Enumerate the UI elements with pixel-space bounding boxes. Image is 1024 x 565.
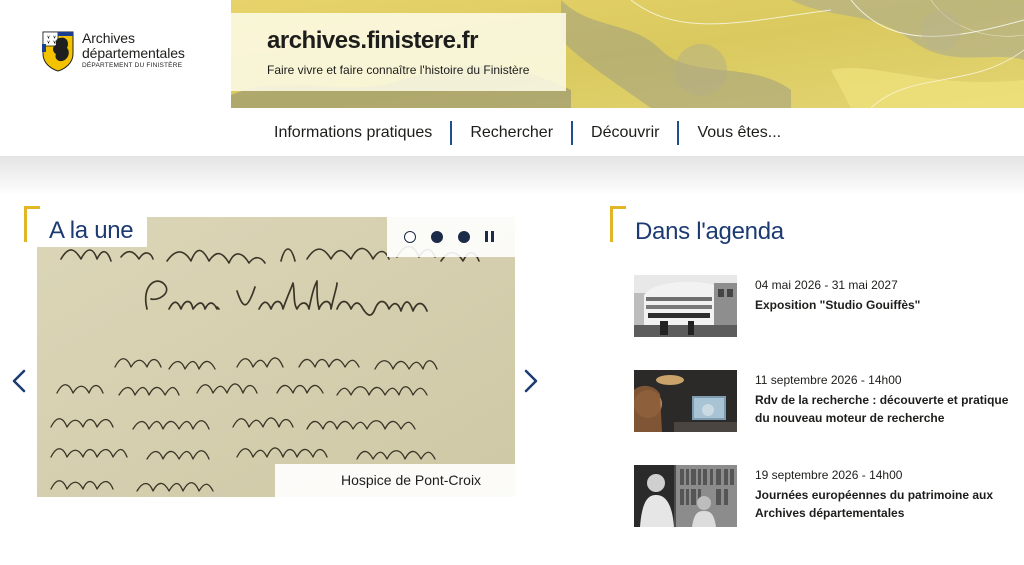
nav-item-rechercher[interactable]: Rechercher xyxy=(452,120,571,146)
logo-line-3: DÉPARTEMENT DU FINISTÈRE xyxy=(82,62,183,69)
section-title-a-la-une: A la une xyxy=(49,217,134,244)
section-accent-bracket xyxy=(610,206,626,242)
chevron-right-icon[interactable] xyxy=(521,368,541,394)
agenda-item[interactable]: 19 septembre 2026 - 14h00 Journées europ… xyxy=(634,465,1014,527)
carousel-dot-2[interactable] xyxy=(431,231,443,243)
carousel-dot-3[interactable] xyxy=(458,231,470,243)
header-shadow xyxy=(0,156,1024,196)
agenda-title[interactable]: Journées européennes du patrimoine aux A… xyxy=(755,486,1010,522)
nav-item-informations-pratiques[interactable]: Informations pratiques xyxy=(256,120,450,146)
site-title[interactable]: archives.finistere.fr xyxy=(267,27,478,55)
site-logo[interactable]: Archives départementales DÉPARTEMENT DU … xyxy=(40,30,220,74)
carousel-dot-1[interactable] xyxy=(404,231,416,243)
main-navigation: Informations pratiques Rechercher Découv… xyxy=(256,120,799,146)
section-title-agenda: Dans l'agenda xyxy=(635,218,784,245)
slide-caption[interactable]: Hospice de Pont-Croix xyxy=(341,472,481,488)
logo-line-2: départementales xyxy=(82,45,185,61)
slide-caption-box: Hospice de Pont-Croix xyxy=(275,464,515,497)
nav-item-vous-etes[interactable]: Vous êtes... xyxy=(679,120,799,146)
agenda-item[interactable]: 04 mai 2026 - 31 mai 2027 Exposition "St… xyxy=(634,275,1014,337)
agenda-thumbnail xyxy=(634,370,737,432)
carousel-controls xyxy=(387,217,515,257)
agenda-thumbnail xyxy=(634,275,737,337)
site-subtitle: Faire vivre et faire connaître l'histoir… xyxy=(267,63,530,77)
pause-icon[interactable] xyxy=(485,231,494,243)
agenda-thumbnail xyxy=(634,465,737,527)
nav-item-decouvrir[interactable]: Découvrir xyxy=(573,120,677,146)
agenda-date: 11 septembre 2026 - 14h00 xyxy=(755,373,902,387)
chevron-left-icon[interactable] xyxy=(9,368,29,394)
agenda-title[interactable]: Rdv de la recherche : découverte et prat… xyxy=(755,391,1010,427)
agenda-item[interactable]: 11 septembre 2026 - 14h00 Rdv de la rech… xyxy=(634,370,1014,432)
coat-of-arms-icon xyxy=(42,31,74,72)
carousel-slide-image[interactable] xyxy=(37,217,515,497)
site-title-box: archives.finistere.fr Faire vivre et fai… xyxy=(231,13,566,91)
logo-line-1: Archives xyxy=(82,30,135,46)
agenda-title[interactable]: Exposition "Studio Gouiffès" xyxy=(755,296,1010,314)
agenda-date: 04 mai 2026 - 31 mai 2027 xyxy=(755,278,898,292)
agenda-date: 19 septembre 2026 - 14h00 xyxy=(755,468,903,482)
